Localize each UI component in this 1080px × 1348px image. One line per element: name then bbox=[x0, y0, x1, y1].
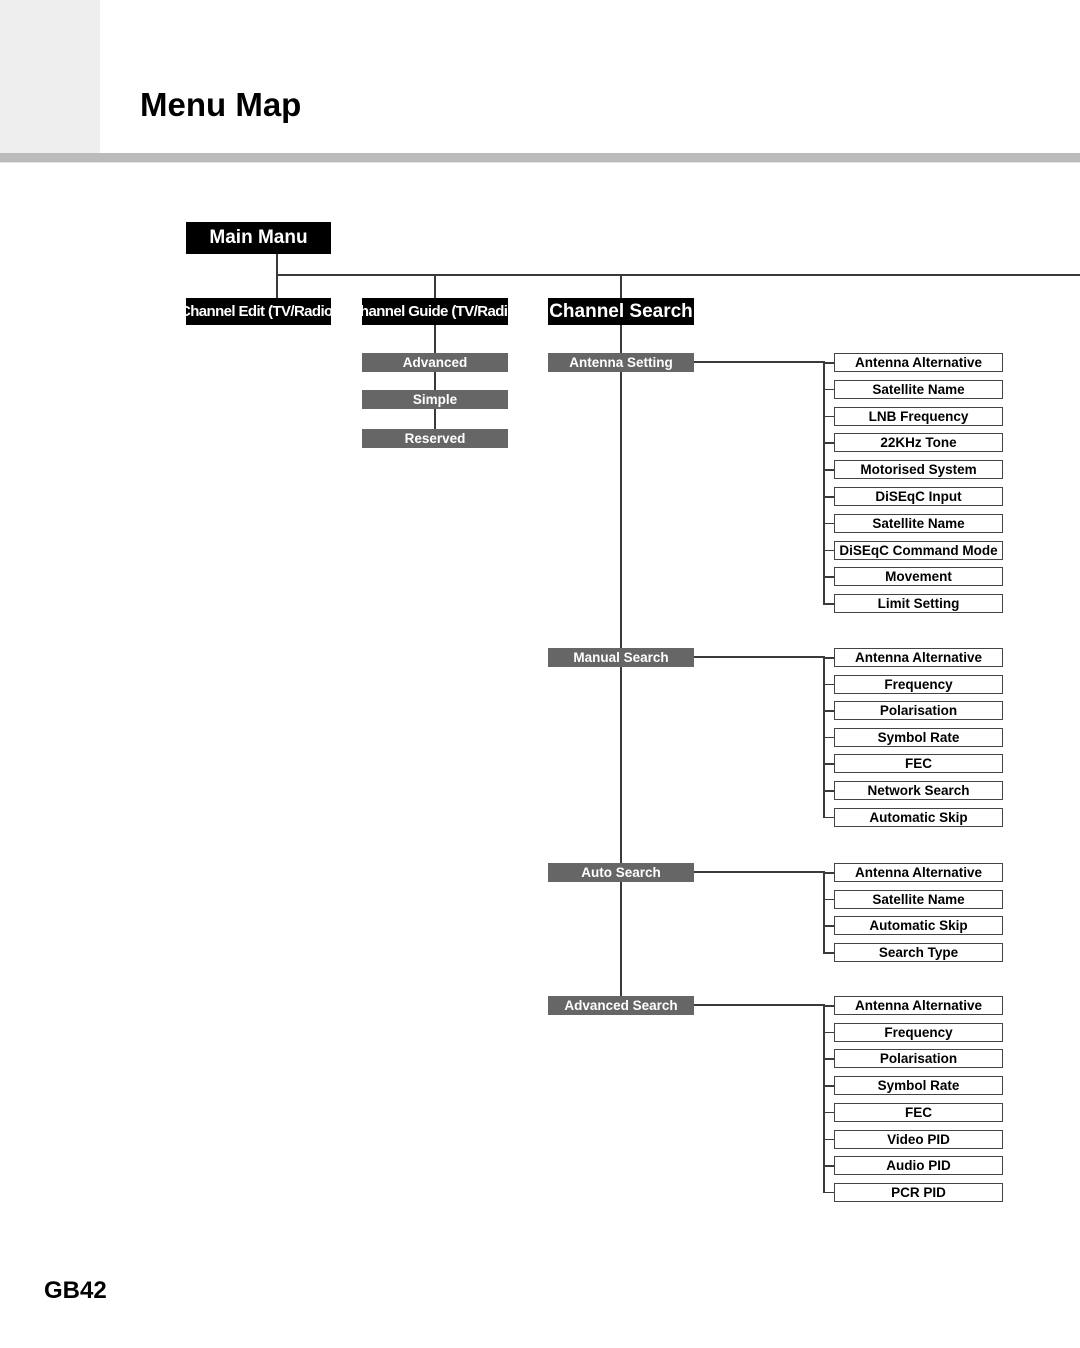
menu-item-box: Limit Setting bbox=[834, 594, 1003, 614]
menu-item-box: Antenna Alternative bbox=[834, 648, 1003, 667]
leaf-connector bbox=[823, 763, 834, 765]
leaf-connector bbox=[823, 522, 834, 525]
level1-node-1: Channel Edit (TV/Radio) bbox=[180, 298, 338, 325]
menu-item-box: Antenna Alternative bbox=[834, 996, 1003, 1015]
group-connector bbox=[694, 871, 824, 873]
group-connector bbox=[694, 656, 824, 658]
menu-item-box: Network Search bbox=[834, 781, 1003, 800]
channel-guide-stem bbox=[434, 325, 436, 436]
leaf-connector bbox=[823, 469, 834, 471]
leaf-connector bbox=[823, 1085, 834, 1087]
menu-item-box: FEC bbox=[834, 1102, 1003, 1122]
channel-guide-option: Simple bbox=[362, 390, 508, 409]
leaf-connector bbox=[823, 1005, 834, 1007]
channel-search-group: Antenna Setting bbox=[548, 353, 694, 372]
leaf-connector bbox=[823, 1191, 834, 1194]
level1-drop bbox=[276, 275, 278, 298]
menu-item-box: Satellite Name bbox=[834, 379, 1003, 399]
leaf-connector bbox=[823, 1138, 834, 1140]
menu-item-box: Satellite Name bbox=[834, 889, 1003, 909]
menu-item-box: Satellite Name bbox=[834, 513, 1003, 533]
channel-search-group: Auto Search bbox=[548, 863, 694, 882]
leaf-connector bbox=[823, 576, 834, 578]
leaf-connector bbox=[823, 790, 834, 792]
menu-item-box: Motorised System bbox=[834, 460, 1003, 480]
menu-item-box: Frequency bbox=[834, 674, 1003, 694]
channel-guide-option: Reserved bbox=[362, 429, 508, 448]
leaf-connector bbox=[823, 816, 834, 819]
leaf-connector bbox=[823, 1058, 834, 1060]
menu-item-box: FEC bbox=[834, 754, 1003, 774]
menu-item-box: Audio PID bbox=[834, 1156, 1003, 1176]
leaf-connector bbox=[823, 710, 834, 712]
leaf-connector bbox=[823, 952, 834, 954]
leaf-connector bbox=[823, 657, 834, 659]
level1-bus bbox=[276, 274, 1080, 276]
menu-item-box: DiSEqC Command Mode bbox=[834, 540, 1003, 560]
leaf-connector bbox=[823, 1031, 834, 1034]
leaf-connector bbox=[823, 683, 834, 686]
menu-item-box: Symbol Rate bbox=[834, 727, 1003, 747]
leaf-connector bbox=[823, 1111, 834, 1114]
group-connector bbox=[694, 1004, 824, 1006]
channel-search-group: Manual Search bbox=[548, 648, 694, 667]
menu-item-box: Symbol Rate bbox=[834, 1076, 1003, 1096]
group-branch-stem bbox=[823, 361, 825, 604]
leaf-connector bbox=[823, 549, 834, 552]
channel-search-group: Advanced Search bbox=[548, 996, 694, 1015]
page-code: GB42 bbox=[44, 1277, 107, 1304]
menu-item-box: Automatic Skip bbox=[834, 916, 1003, 936]
header-divider bbox=[0, 153, 1080, 163]
leaf-connector bbox=[823, 388, 834, 391]
menu-item-box: Video PID bbox=[834, 1129, 1003, 1149]
menu-item-box: Antenna Alternative bbox=[834, 863, 1003, 882]
menu-item-box: LNB Frequency bbox=[834, 406, 1003, 426]
menu-item-box: Frequency bbox=[834, 1022, 1003, 1042]
channel-guide-option: Advanced bbox=[362, 353, 508, 372]
leaf-connector bbox=[823, 736, 834, 739]
header-side-block bbox=[0, 0, 100, 153]
leaf-connector bbox=[823, 872, 834, 874]
level1-node-2: Channel Guide (TV/Radio) bbox=[350, 298, 521, 325]
menu-item-box: Antenna Alternative bbox=[834, 353, 1003, 372]
menu-item-box: DiSEqC Input bbox=[834, 487, 1003, 506]
menu-item-box: Movement bbox=[834, 567, 1003, 587]
level1-node-3: Channel Search bbox=[548, 298, 694, 325]
leaf-connector bbox=[823, 496, 834, 498]
leaf-connector bbox=[823, 415, 834, 418]
level1-drop bbox=[434, 275, 436, 298]
menu-item-box: Polarisation bbox=[834, 1049, 1003, 1069]
menu-item-box: 22KHz Tone bbox=[834, 433, 1003, 453]
main-menu-node: Main Manu bbox=[186, 222, 331, 254]
root-stem bbox=[276, 254, 278, 275]
leaf-connector bbox=[823, 603, 834, 605]
leaf-connector bbox=[823, 1165, 834, 1167]
leaf-connector bbox=[823, 898, 834, 901]
menu-item-box: Automatic Skip bbox=[834, 807, 1003, 827]
group-branch-stem bbox=[823, 871, 825, 953]
leaf-connector bbox=[823, 442, 834, 444]
group-connector bbox=[694, 361, 824, 363]
menu-item-box: Polarisation bbox=[834, 701, 1003, 721]
leaf-connector bbox=[823, 925, 834, 927]
level1-drop bbox=[620, 275, 622, 298]
leaf-connector bbox=[823, 362, 834, 364]
menu-item-box: PCR PID bbox=[834, 1182, 1003, 1202]
menu-item-box: Search Type bbox=[834, 943, 1003, 963]
page-title: Menu Map bbox=[140, 86, 302, 123]
